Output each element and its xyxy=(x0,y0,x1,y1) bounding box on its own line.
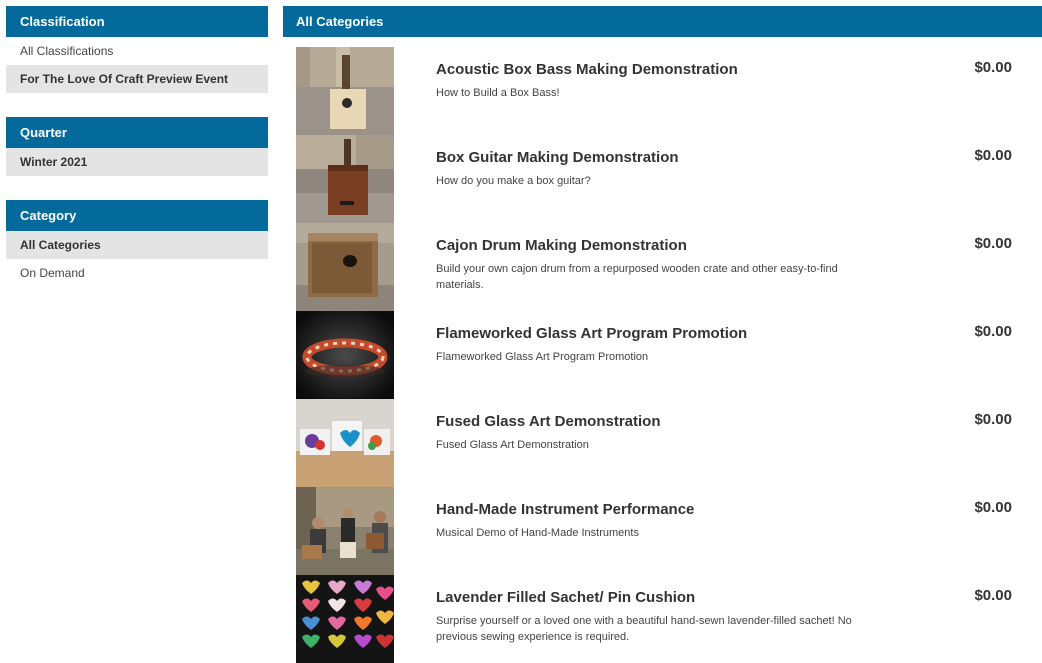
item-price: $0.00 xyxy=(974,587,1012,604)
category-panel: Category All Categories On Demand xyxy=(6,200,268,287)
musicians-photo[interactable] xyxy=(296,487,394,575)
item-description: Surprise yourself or a loved one with a … xyxy=(436,615,852,643)
glass-bead-bracelet-photo[interactable] xyxy=(296,311,394,399)
item-price: $0.00 xyxy=(974,235,1012,252)
fused-glass-hearts-photo[interactable] xyxy=(296,399,394,487)
cajon-drum-photo[interactable] xyxy=(296,223,394,311)
item-price: $0.00 xyxy=(974,499,1012,516)
classification-item-all[interactable]: All Classifications xyxy=(6,37,268,65)
item-title[interactable]: Box Guitar Making Demonstration xyxy=(436,149,679,166)
item-description: Build your own cajon drum from a repurpo… xyxy=(436,263,838,291)
box-guitar-photo[interactable] xyxy=(296,135,394,223)
box-bass-photo[interactable] xyxy=(296,47,394,135)
list-item: Lavender Filled Sachet/ Pin Cushion Surp… xyxy=(283,575,1042,663)
main-header: All Categories xyxy=(283,6,1042,37)
program-list: Acoustic Box Bass Making Demonstration H… xyxy=(283,47,1042,663)
classification-header: Classification xyxy=(6,6,268,37)
item-description: How do you make a box guitar? xyxy=(436,175,591,187)
item-title[interactable]: Fused Glass Art Demonstration xyxy=(436,413,661,430)
category-item-all[interactable]: All Categories xyxy=(6,231,268,259)
item-title[interactable]: Flameworked Glass Art Program Promotion xyxy=(436,325,747,342)
list-item: Acoustic Box Bass Making Demonstration H… xyxy=(283,47,1042,135)
item-title[interactable]: Hand-Made Instrument Performance xyxy=(436,501,694,518)
category-header: Category xyxy=(6,200,268,231)
sidebar: Classification All Classifications For T… xyxy=(6,6,268,311)
quarter-header: Quarter xyxy=(6,117,268,148)
item-title[interactable]: Acoustic Box Bass Making Demonstration xyxy=(436,61,738,78)
item-price: $0.00 xyxy=(974,59,1012,76)
list-item: Hand-Made Instrument Performance Musical… xyxy=(283,487,1042,575)
main-content: All Categories Acoustic Box Bass Making … xyxy=(283,6,1042,663)
item-description: Musical Demo of Hand-Made Instruments xyxy=(436,527,639,539)
item-description: How to Build a Box Bass! xyxy=(436,87,560,99)
item-description: Flameworked Glass Art Program Promotion xyxy=(436,351,649,363)
classification-item-love-of-craft[interactable]: For The Love Of Craft Preview Event xyxy=(6,65,268,93)
item-price: $0.00 xyxy=(974,411,1012,428)
quarter-panel: Quarter Winter 2021 xyxy=(6,117,268,176)
list-item: Cajon Drum Making Demonstration Build yo… xyxy=(283,223,1042,311)
list-item: Fused Glass Art Demonstration Fused Glas… xyxy=(283,399,1042,487)
heart-sachets-photo[interactable] xyxy=(296,575,394,663)
item-price: $0.00 xyxy=(974,147,1012,164)
category-item-on-demand[interactable]: On Demand xyxy=(6,259,268,287)
item-title[interactable]: Cajon Drum Making Demonstration xyxy=(436,237,687,254)
item-price: $0.00 xyxy=(974,323,1012,340)
item-description: Fused Glass Art Demonstration xyxy=(436,439,589,451)
quarter-item-winter-2021[interactable]: Winter 2021 xyxy=(6,148,268,176)
list-item: Flameworked Glass Art Program Promotion … xyxy=(283,311,1042,399)
classification-panel: Classification All Classifications For T… xyxy=(6,6,268,93)
item-title[interactable]: Lavender Filled Sachet/ Pin Cushion xyxy=(436,589,695,606)
list-item: Box Guitar Making Demonstration How do y… xyxy=(283,135,1042,223)
